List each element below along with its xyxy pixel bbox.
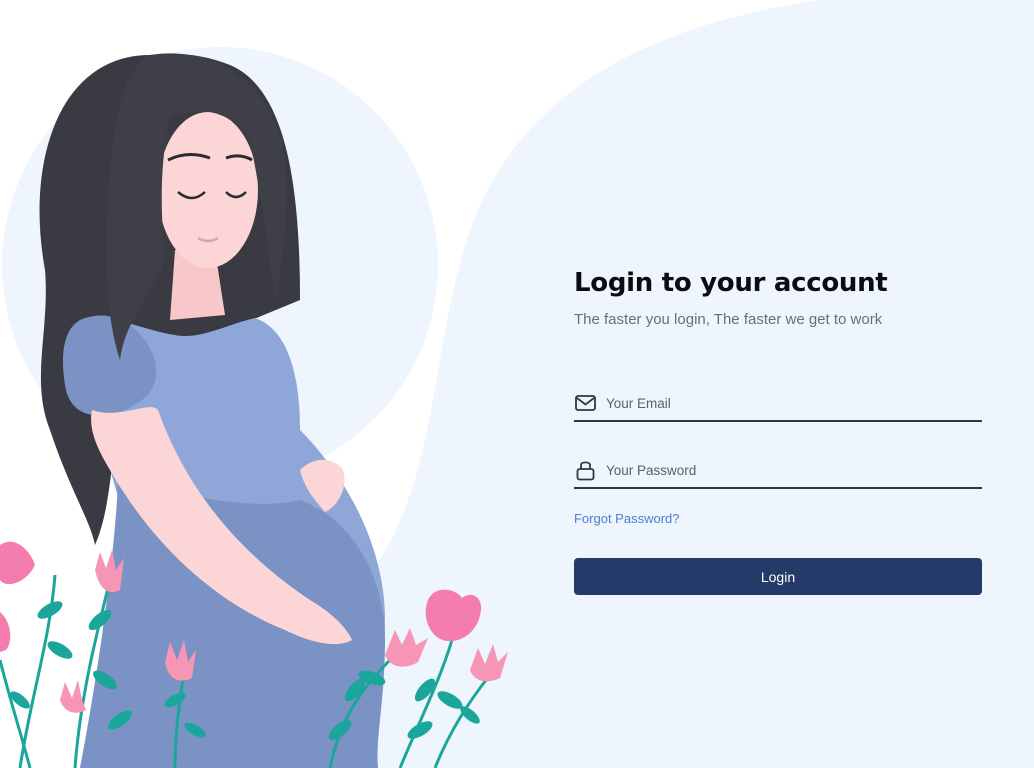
page-title: Login to your account [574,268,888,298]
email-field [574,386,982,422]
page-subtitle: The faster you login, The faster we get … [574,311,883,328]
login-button[interactable]: Login [574,558,982,595]
lock-icon [574,459,596,481]
forgot-password-link[interactable]: Forgot Password? [574,510,680,528]
face [158,112,258,268]
password-field [574,453,982,489]
pregnant-woman-illustration [0,53,508,768]
envelope-icon [574,392,596,414]
email-input[interactable] [606,395,982,411]
password-input[interactable] [606,462,982,478]
login-form: Login to your account The faster you log… [574,266,982,595]
